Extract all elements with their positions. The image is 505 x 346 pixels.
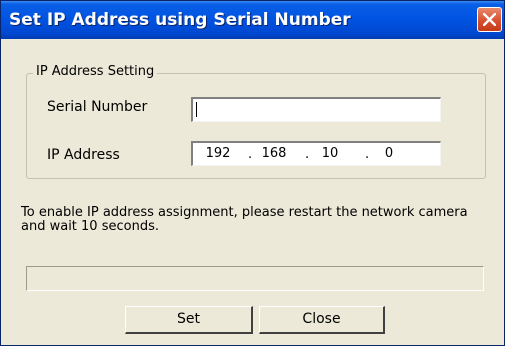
ip-octet-4[interactable]: 0 [368, 143, 410, 164]
restart-instruction-text: To enable IP address assignment, please … [21, 205, 468, 234]
ip-address-label: IP Address [47, 147, 120, 163]
progress-bar [26, 266, 484, 291]
ip-octet-2[interactable]: 168 [253, 143, 295, 164]
close-button[interactable]: Close [259, 306, 385, 334]
text-cursor [196, 102, 197, 117]
ip-octet-1[interactable]: 192 [197, 143, 239, 164]
ip-separator-1: . [248, 147, 253, 162]
close-x-icon [483, 13, 496, 26]
close-window-button[interactable] [477, 7, 502, 32]
window-title: Set IP Address using Serial Number [9, 10, 351, 30]
set-button[interactable]: Set [125, 306, 253, 334]
groupbox-title: IP Address Setting [33, 64, 158, 79]
serial-number-label: Serial Number [47, 99, 148, 115]
title-bar[interactable]: Set IP Address using Serial Number [1, 1, 504, 39]
ip-octet-3[interactable]: 10 [309, 143, 351, 164]
serial-number-input[interactable] [191, 97, 441, 122]
dialog-window: Set IP Address using Serial Number IP Ad… [0, 0, 505, 346]
ip-address-input[interactable]: 192 . 168 . 10 . 0 [191, 141, 441, 166]
